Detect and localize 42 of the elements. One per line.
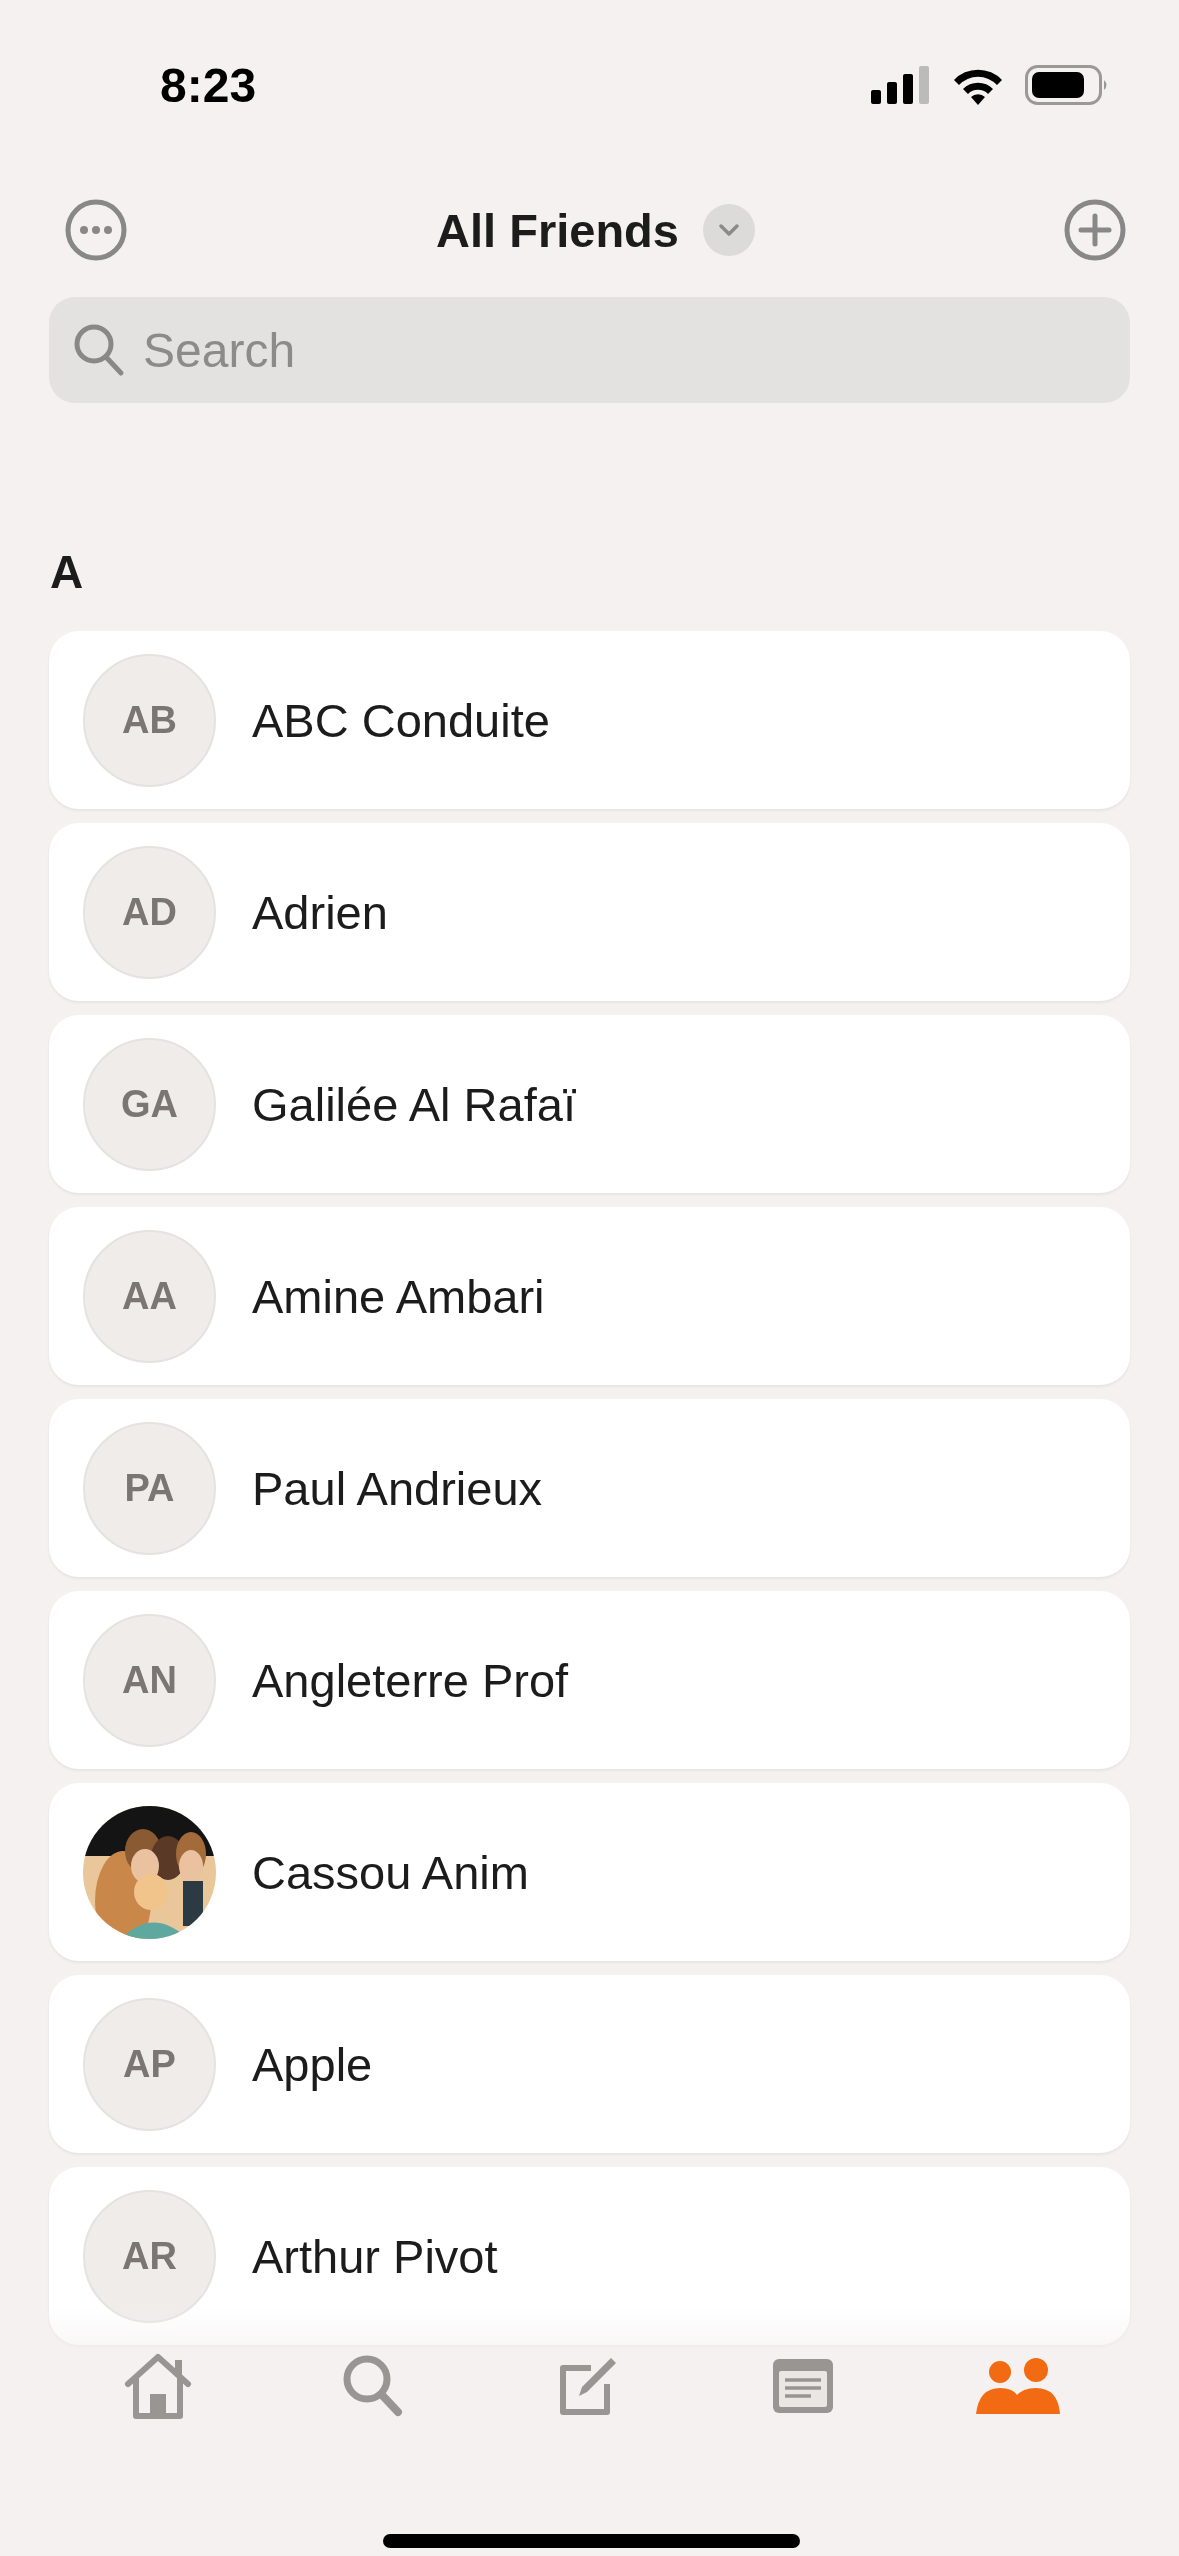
friend-row[interactable]: AA Amine Ambari [49,1207,1130,1385]
initials-avatar: AD [83,845,216,979]
friend-name: Galilée Al Rafaï [252,1076,576,1132]
friend-name: Amine Ambari [252,1268,545,1324]
friend-row[interactable]: AD Adrien [49,823,1130,1001]
add-button[interactable] [1063,198,1127,262]
initials-avatar: AA [83,1229,216,1363]
section-letter: A [49,545,84,600]
friend-name: Apple [252,2036,373,2092]
news-icon [770,2357,835,2415]
battery-icon [1025,65,1109,105]
initials-avatar: PA [83,1421,216,1555]
search-field[interactable]: Search [49,297,1130,403]
more-icon [64,198,128,262]
more-button[interactable] [64,198,128,262]
initials-avatar: AN [83,1613,216,1747]
dropdown-button[interactable] [702,204,755,256]
friend-row[interactable]: GA Galilée Al Rafaï [49,1015,1130,1193]
clock: 8:23 [160,57,257,113]
friend-row[interactable]: PA Paul Andrieux [49,1399,1130,1577]
friends-icon [975,2358,1060,2414]
search-icon [73,323,125,377]
friend-name: Adrien [252,884,388,940]
friend-row[interactable]: AP Apple [49,1975,1130,2153]
friend-name: Cassou Anim [252,1844,529,1900]
initials-avatar: AR [83,2189,216,2323]
friend-row[interactable]: AR Arthur Pivot [49,2167,1130,2345]
friend-name: Paul Andrieux [252,1460,543,1516]
list-title[interactable]: All Friends [436,202,679,258]
chevron-down-icon [702,204,755,256]
friend-row[interactable]: AB ABC Conduite [49,631,1130,809]
add-icon [1063,198,1127,262]
initials-avatar: GA [83,1037,216,1171]
friend-name: Angleterre Prof [252,1652,569,1708]
initials-avatar: AP [83,1997,216,2131]
initials-avatar: AB [83,653,216,787]
friend-row[interactable]: Cassou Anim [49,1783,1130,1961]
signal-icon [871,66,931,104]
friend-name: Arthur Pivot [252,2228,498,2284]
search-icon [341,2354,404,2418]
friend-row[interactable]: AN Angleterre Prof [49,1591,1130,1769]
friend-name: ABC Conduite [252,692,550,748]
